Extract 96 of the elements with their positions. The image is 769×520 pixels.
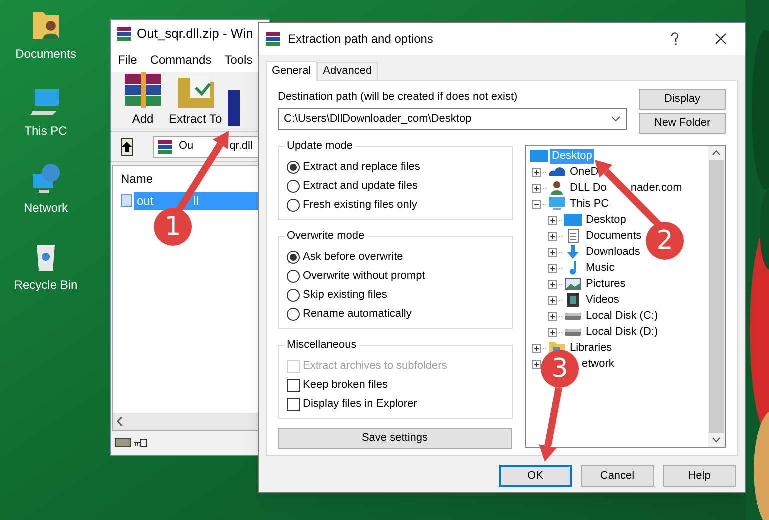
dialog-button[interactable]: OK bbox=[499, 465, 572, 487]
download-arrow-icon bbox=[567, 245, 579, 259]
option-label: Extract archives to subfolders bbox=[303, 359, 448, 374]
up-folder-button[interactable] bbox=[121, 138, 133, 156]
toolbar-button[interactable] bbox=[226, 88, 240, 128]
tree-item[interactable]: OneD bbox=[568, 164, 601, 180]
field-label: Destination path (will be created if does not exist) bbox=[278, 90, 519, 105]
expand-toggle[interactable] bbox=[548, 216, 557, 224]
close-icon[interactable] bbox=[715, 33, 727, 45]
archive-icon bbox=[116, 26, 132, 42]
music-note-icon bbox=[570, 261, 576, 275]
tree-item[interactable]: Local Disk (D:) bbox=[584, 324, 660, 340]
archive-icon bbox=[265, 31, 281, 47]
dropdown-chevron-icon bbox=[611, 116, 621, 122]
tab[interactable]: Advanced bbox=[317, 62, 378, 80]
key-icon bbox=[134, 439, 148, 447]
expand-toggle[interactable] bbox=[532, 360, 541, 368]
expand-toggle[interactable] bbox=[548, 248, 557, 256]
scroll-thumb[interactable] bbox=[709, 160, 724, 433]
expand-toggle[interactable] bbox=[548, 328, 557, 336]
radio-button[interactable] bbox=[287, 180, 300, 193]
radio-button[interactable] bbox=[287, 270, 300, 283]
option-label: Skip existing files bbox=[303, 288, 388, 304]
desktop-icon-label[interactable]: Documents bbox=[16, 45, 76, 63]
help-icon[interactable] bbox=[670, 32, 680, 46]
option-label: Extract and replace files bbox=[303, 160, 420, 176]
menu-item[interactable]: Commands bbox=[150, 51, 212, 69]
option-label: Keep broken files bbox=[303, 378, 388, 394]
window-title: Out_sqr.dll.zip - Win bbox=[137, 25, 254, 44]
picture-icon bbox=[565, 278, 581, 290]
option-label: Display files in Explorer bbox=[303, 397, 418, 412]
tree-item[interactable]: DLL Do nader.com bbox=[568, 180, 684, 196]
tree-item[interactable]: Videos bbox=[584, 292, 622, 308]
up-arrow-icon bbox=[122, 142, 132, 152]
document-icon bbox=[568, 229, 578, 243]
desktop-icon-label[interactable]: Recycle Bin bbox=[14, 276, 78, 294]
option-label: Overwrite without prompt bbox=[303, 269, 426, 284]
dialog-button[interactable]: Help bbox=[663, 465, 736, 487]
side-button[interactable]: Display bbox=[639, 89, 726, 110]
radio-button[interactable] bbox=[287, 308, 300, 321]
radio-button[interactable] bbox=[287, 289, 300, 302]
scroll-left-icon bbox=[117, 417, 123, 426]
vertical-scrollbar[interactable] bbox=[708, 146, 725, 447]
option-label: Extract and update files bbox=[303, 179, 418, 194]
tree-item[interactable]: Desktop bbox=[584, 212, 628, 228]
checkbox[interactable] bbox=[287, 398, 300, 411]
menu-item[interactable]: Tools bbox=[224, 51, 253, 69]
radio-button[interactable] bbox=[287, 251, 300, 264]
toolbar-button[interactable]: Add bbox=[121, 70, 165, 128]
book-icon bbox=[226, 88, 240, 128]
option-label: Rename automatically bbox=[303, 307, 412, 322]
expand-toggle[interactable] bbox=[532, 344, 541, 352]
scroll-up-icon bbox=[712, 150, 721, 156]
toolbar-button[interactable]: Extract To bbox=[169, 70, 222, 128]
expand-toggle[interactable] bbox=[532, 184, 541, 192]
scroll-down-icon bbox=[712, 437, 721, 443]
checkbox[interactable] bbox=[287, 379, 300, 392]
option-label: Ask before overwrite bbox=[303, 250, 404, 266]
expand-toggle[interactable] bbox=[548, 296, 557, 304]
monitor-icon bbox=[549, 197, 565, 211]
tree-item[interactable]: Pictures bbox=[584, 276, 628, 292]
film-icon bbox=[567, 293, 579, 307]
tree-item[interactable]: Downloads bbox=[584, 244, 642, 260]
group-title: Update mode bbox=[285, 139, 356, 153]
expand-toggle[interactable] bbox=[548, 264, 557, 272]
cloud-icon bbox=[548, 167, 566, 177]
tree-item[interactable]: etwork bbox=[580, 356, 616, 372]
radio-button[interactable] bbox=[287, 199, 300, 212]
archive-icon bbox=[157, 138, 173, 154]
drive-icon bbox=[564, 312, 582, 320]
menu-item[interactable]: File bbox=[118, 51, 138, 69]
desktop-icon bbox=[564, 213, 582, 227]
tree-item[interactable]: Documents bbox=[584, 228, 644, 244]
expand-toggle[interactable] bbox=[532, 168, 541, 176]
dialog-title: Extraction path and options bbox=[288, 31, 434, 48]
tab[interactable]: General bbox=[266, 61, 318, 81]
expand-toggle[interactable] bbox=[548, 232, 557, 240]
radio-button[interactable] bbox=[287, 161, 300, 174]
tree-item[interactable]: Music bbox=[584, 260, 617, 276]
drive-icon bbox=[564, 328, 582, 336]
drive-icon bbox=[115, 438, 131, 448]
tree-item[interactable]: This PC bbox=[568, 196, 612, 212]
side-button[interactable]: New Folder bbox=[639, 113, 726, 134]
expand-toggle[interactable] bbox=[548, 312, 557, 320]
desktop-icon bbox=[530, 149, 548, 163]
option-label: Fresh existing files only bbox=[303, 198, 418, 214]
expand-toggle[interactable] bbox=[532, 200, 541, 208]
file-icon bbox=[121, 194, 132, 208]
user-icon bbox=[551, 181, 563, 195]
tree-item[interactable]: Local Disk (C:) bbox=[584, 308, 660, 324]
desktop-icon-label[interactable]: Network bbox=[24, 199, 68, 217]
save-settings-button[interactable]: Save settings bbox=[278, 428, 512, 449]
expand-toggle[interactable] bbox=[548, 280, 557, 288]
desktop-icon-label[interactable]: This PC bbox=[24, 122, 68, 140]
dialog-button[interactable]: Cancel bbox=[581, 465, 654, 487]
destination-path-field[interactable]: C:\Users\DllDownloader_com\Desktop bbox=[278, 108, 627, 130]
